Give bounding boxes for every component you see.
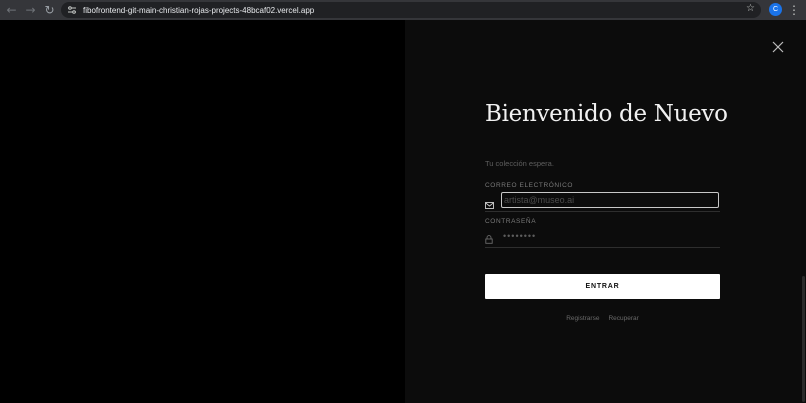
forward-arrow-icon[interactable]: → (21, 0, 40, 20)
back-arrow-icon[interactable]: ← (2, 0, 21, 20)
recover-link[interactable]: Recuperar (608, 315, 638, 322)
close-icon[interactable] (771, 40, 785, 54)
page-title: Bienvenido de Nuevo (485, 101, 728, 127)
profile-avatar[interactable]: C (769, 3, 782, 16)
password-underline (485, 247, 720, 248)
site-info-icon[interactable] (63, 2, 81, 18)
email-underline (485, 211, 720, 212)
auth-links: Registrarse Recuperar (485, 315, 720, 322)
password-label: CONTRASEÑA (485, 218, 537, 225)
page-viewport: Bienvenido de Nuevo Tu colección espera.… (0, 20, 806, 403)
password-field[interactable] (501, 229, 705, 243)
page-subtitle: Tu colección espera. (485, 159, 554, 168)
left-art-panel (0, 20, 405, 403)
email-field[interactable] (501, 192, 719, 208)
register-link[interactable]: Registrarse (566, 315, 599, 322)
kebab-menu-icon[interactable]: ⋮ (788, 2, 800, 18)
address-bar[interactable]: fibofrontend-git-main-christian-rojas-pr… (61, 2, 761, 18)
submit-button[interactable]: ENTRAR (485, 274, 720, 299)
url-text[interactable]: fibofrontend-git-main-christian-rojas-pr… (83, 6, 314, 15)
email-label: CORREO ELECTRÓNICO (485, 182, 574, 189)
reload-icon[interactable]: ↻ (40, 0, 59, 20)
browser-toolbar: ← → ↻ fibofrontend-git-main-christian-ro… (0, 0, 806, 20)
scrollbar-thumb[interactable] (802, 276, 805, 402)
bookmark-star-icon[interactable]: ☆ (746, 3, 755, 14)
